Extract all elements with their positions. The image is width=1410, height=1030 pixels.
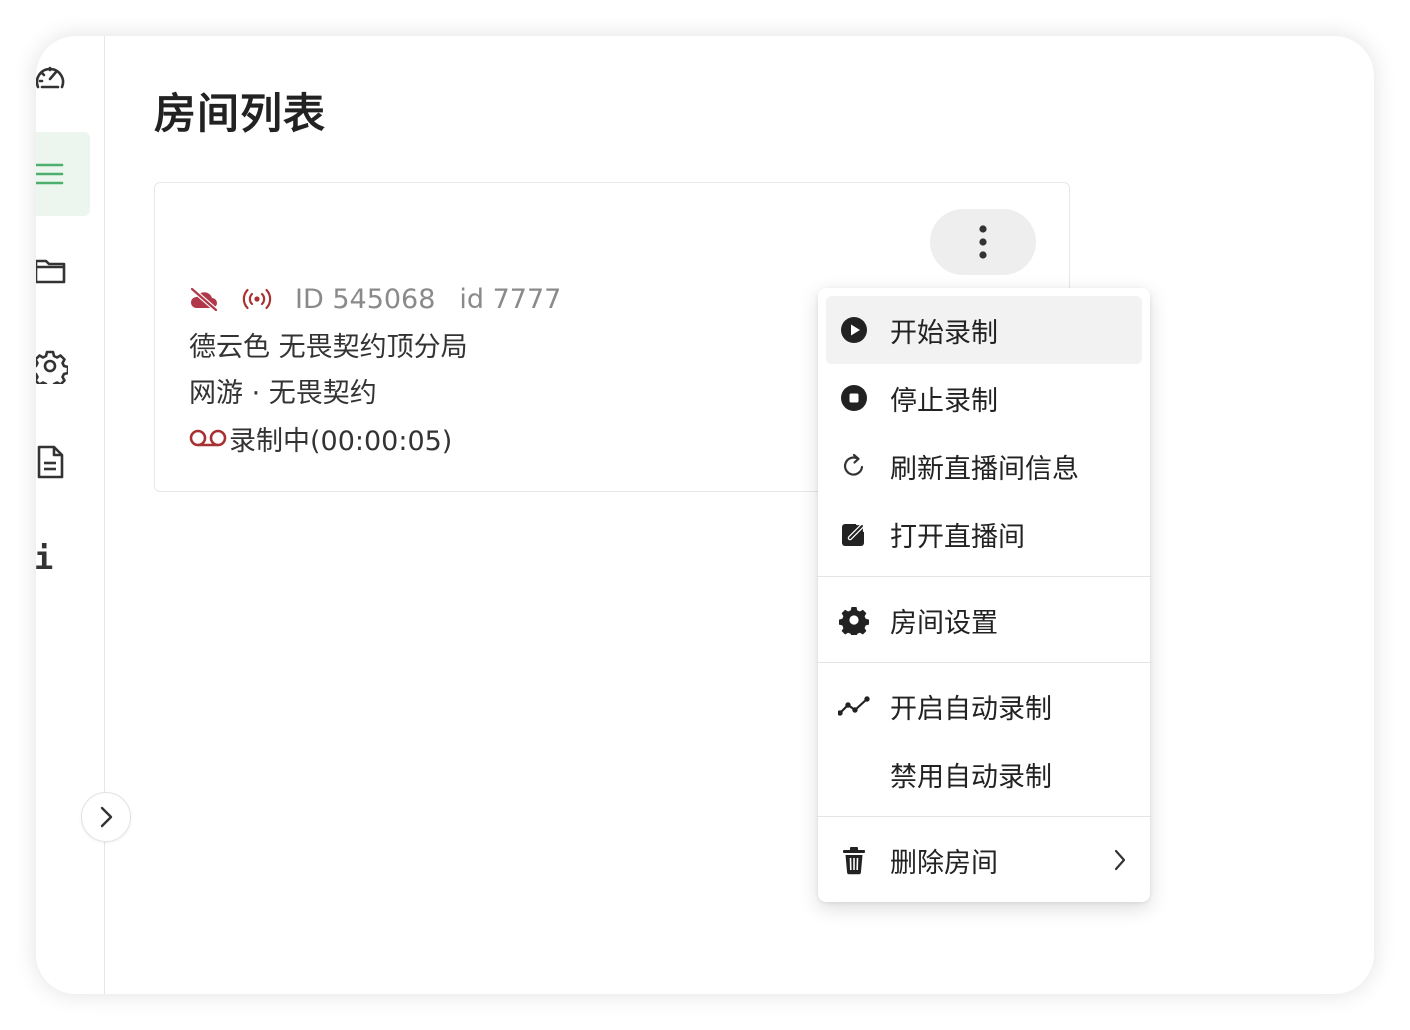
trend-line-icon xyxy=(838,696,870,716)
room-more-button[interactable] xyxy=(930,209,1036,275)
menu-list-icon xyxy=(36,163,64,185)
page-title: 房间列表 xyxy=(154,89,327,138)
app-window: i 房间列表 ID 545068 id 7777 德云色 无畏契约顶分局 网游 … xyxy=(36,36,1374,994)
play-circle-icon xyxy=(841,317,867,343)
sidebar: i xyxy=(36,36,105,994)
sidebar-item-room-list[interactable] xyxy=(36,132,90,216)
refresh-icon xyxy=(843,453,864,476)
room-context-menu: 开始录制 停止录制 刷新直播间信息 打开直播间 房间设置 开启自动录制 禁用自动… xyxy=(818,288,1150,902)
menu-item-delete-room[interactable]: 删除房间 xyxy=(826,826,1142,894)
room-id: ID 545068 xyxy=(295,283,436,315)
chevron-right-icon xyxy=(100,806,113,828)
trash-icon xyxy=(843,847,865,875)
menu-divider xyxy=(818,816,1150,817)
user-id: id 7777 xyxy=(459,283,562,315)
room-meta: ID 545068 id 7777 xyxy=(189,279,585,319)
record-status-text: 录制中(00:00:05) xyxy=(229,426,453,457)
room-category: 网游 · 无畏契约 xyxy=(189,378,377,409)
more-vertical-icon xyxy=(979,225,987,259)
record-status: 录制中(00:00:05) xyxy=(189,419,452,458)
menu-divider xyxy=(818,662,1150,663)
sidebar-expand-button[interactable] xyxy=(81,792,131,842)
cloud-off-icon xyxy=(189,286,219,312)
voicemail-icon xyxy=(189,429,227,446)
broadcast-icon xyxy=(241,286,273,312)
info-icon: i xyxy=(36,539,54,577)
dashboard-gauge-icon xyxy=(36,66,65,89)
sidebar-item-dashboard[interactable] xyxy=(36,36,90,120)
menu-divider xyxy=(818,576,1150,577)
stop-circle-icon xyxy=(841,385,867,411)
sidebar-item-logs[interactable] xyxy=(36,420,90,504)
open-external-icon xyxy=(842,521,867,546)
chevron-right-icon xyxy=(1114,849,1126,871)
menu-item-disable-auto-record[interactable]: 禁用自动录制 xyxy=(826,740,1142,808)
menu-item-refresh-info[interactable]: 刷新直播间信息 xyxy=(826,432,1142,500)
menu-item-start-recording[interactable]: 开始录制 xyxy=(826,296,1142,364)
folder-icon xyxy=(36,259,66,284)
document-icon xyxy=(37,445,64,479)
gear-icon xyxy=(36,350,68,384)
room-title: 德云色 无畏契约顶分局 xyxy=(189,332,468,363)
menu-item-room-settings[interactable]: 房间设置 xyxy=(826,586,1142,654)
sidebar-item-about[interactable]: i xyxy=(36,516,90,600)
menu-item-open-room[interactable]: 打开直播间 xyxy=(826,500,1142,568)
menu-item-stop-recording[interactable]: 停止录制 xyxy=(826,364,1142,432)
menu-item-enable-auto-record[interactable]: 开启自动录制 xyxy=(826,672,1142,740)
sidebar-item-settings[interactable] xyxy=(36,324,90,408)
sidebar-item-files[interactable] xyxy=(36,228,90,312)
gear-icon xyxy=(839,607,869,635)
